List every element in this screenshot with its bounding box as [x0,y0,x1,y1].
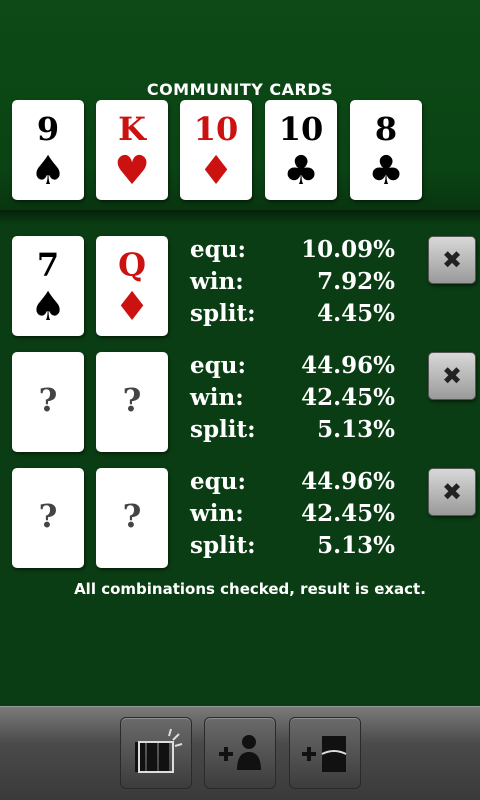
card-rank: K [118,110,146,148]
card-rank: 9 [36,110,60,148]
equity-row: equ: 44.96% [190,352,395,384]
add-card-button[interactable] [289,717,361,789]
split-label: split: [190,532,256,559]
win-label: win: [190,268,244,295]
win-value: 42.45% [301,500,395,527]
unknown-card-icon: ? [38,381,58,419]
club-icon: ♣ [283,147,319,194]
win-row: win: 42.45% [190,500,395,532]
close-icon: ✖ [441,246,463,274]
win-label: win: [190,500,244,527]
club-icon: ♣ [368,147,404,194]
add-player-icon [219,735,261,770]
unknown-card-icon: ? [122,381,142,419]
equity-label: equ: [190,468,246,495]
remove-player-1-button[interactable]: ✖ [428,236,476,284]
equity-value: 44.96% [301,352,395,379]
equity-value: 44.96% [301,468,395,495]
split-value: 5.13% [317,532,395,559]
unknown-card-icon: ? [38,497,58,535]
status-message: All combinations checked, result is exac… [74,580,426,598]
player-3-stats: equ: 44.96% win: 42.45% split: 5.13% [190,468,395,564]
player-1-card-1[interactable]: 7 ♠ [12,236,84,336]
equity-row: equ: 10.09% [190,236,395,268]
player-3-card-2[interactable]: ? [96,468,168,568]
split-label: split: [190,416,256,443]
win-value: 42.45% [301,384,395,411]
remove-player-3-button[interactable]: ✖ [428,468,476,516]
player-3-card-1[interactable]: ? [12,468,84,568]
equity-label: equ: [190,352,246,379]
player-1-card-2[interactable]: Q ♦ [96,236,168,336]
spade-icon: ♠ [30,283,66,330]
equity-label: equ: [190,236,246,263]
heart-icon: ♥ [114,147,150,194]
player-1-stats: equ: 10.09% win: 7.92% split: 4.45% [190,236,395,332]
card-rank: 10 [193,110,239,148]
unknown-card-icon: ? [122,497,142,535]
split-row: split: 5.13% [190,416,395,448]
win-row: win: 42.45% [190,384,395,416]
split-label: split: [190,300,256,327]
community-card-4[interactable]: 10 ♣ [265,100,337,200]
community-card-3[interactable]: 10 ♦ [180,100,252,200]
win-row: win: 7.92% [190,268,395,300]
card-rank: 7 [36,246,60,284]
split-row: split: 4.45% [190,300,395,332]
diamond-icon: ♦ [198,147,234,194]
close-icon: ✖ [441,478,463,506]
community-card-2[interactable]: K ♥ [96,100,168,200]
diamond-icon: ♦ [114,283,150,330]
shuffle-deck-button[interactable] [120,717,192,789]
deck-shuffle-icon [135,728,183,773]
win-label: win: [190,384,244,411]
community-card-5[interactable]: 8 ♣ [350,100,422,200]
equity-value: 10.09% [301,236,395,263]
card-rank: 10 [278,110,324,148]
split-value: 5.13% [317,416,395,443]
win-value: 7.92% [317,268,395,295]
community-cards-title: COMMUNITY CARDS [146,80,334,99]
player-2-stats: equ: 44.96% win: 42.45% split: 5.13% [190,352,395,448]
split-row: split: 5.13% [190,532,395,564]
split-value: 4.45% [317,300,395,327]
bottom-toolbar [0,706,480,800]
add-card-icon [302,736,347,772]
card-rank: Q [118,246,146,284]
spade-icon: ♠ [30,147,66,194]
community-card-1[interactable]: 9 ♠ [12,100,84,200]
add-player-button[interactable] [204,717,276,789]
equity-row: equ: 44.96% [190,468,395,500]
player-2-card-1[interactable]: ? [12,352,84,452]
player-2-card-2[interactable]: ? [96,352,168,452]
close-icon: ✖ [441,362,463,390]
remove-player-2-button[interactable]: ✖ [428,352,476,400]
card-rank: 8 [374,110,398,148]
